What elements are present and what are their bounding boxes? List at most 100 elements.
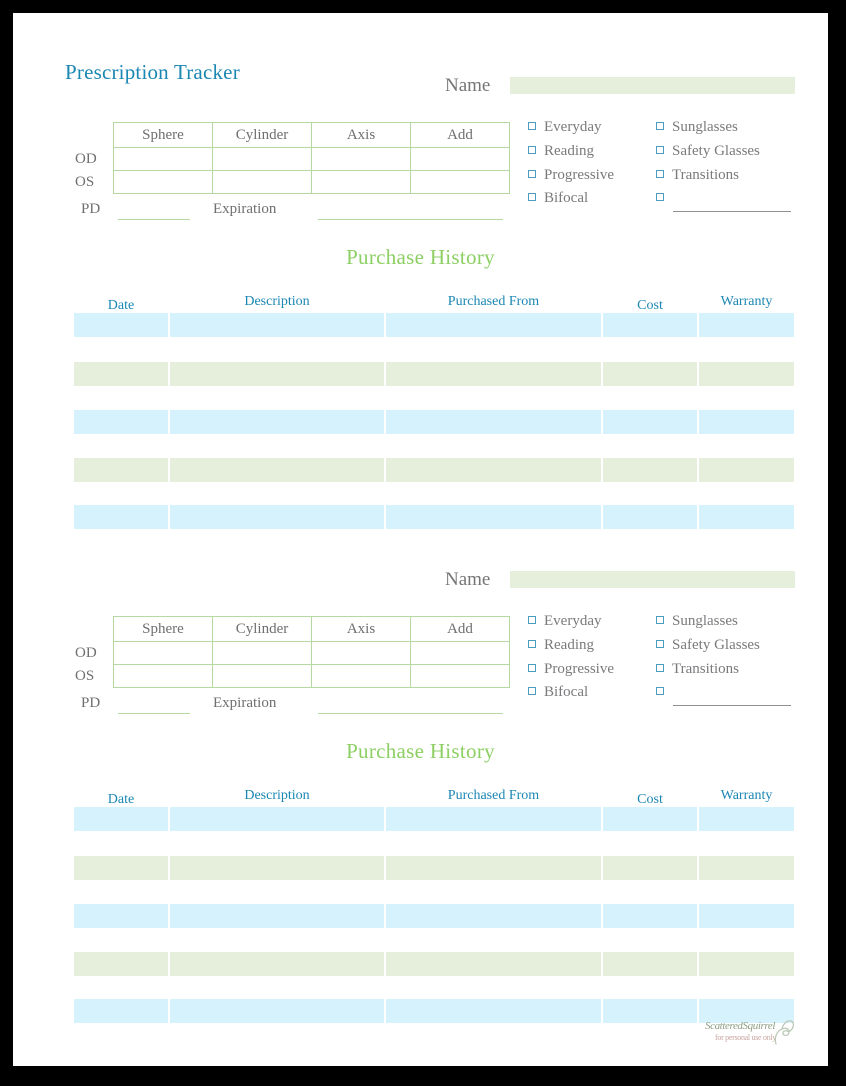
pd-input[interactable] bbox=[118, 713, 190, 714]
purchase-history-cell[interactable] bbox=[603, 952, 697, 976]
purchase-history-cell[interactable] bbox=[603, 505, 697, 529]
checkbox-icon[interactable] bbox=[656, 169, 664, 178]
checkbox-icon[interactable] bbox=[528, 663, 536, 672]
purchase-history-cell[interactable] bbox=[74, 904, 168, 928]
purchase-history-cell[interactable] bbox=[170, 999, 384, 1023]
pd-input[interactable] bbox=[118, 219, 190, 220]
rx-input-cell[interactable] bbox=[113, 170, 213, 194]
rx-input-cell[interactable] bbox=[212, 641, 312, 665]
purchase-history-cell[interactable] bbox=[74, 313, 168, 337]
purchase-history-cell[interactable] bbox=[699, 904, 794, 928]
checkbox-sunglasses[interactable]: Sunglasses bbox=[656, 613, 738, 630]
purchase-history-cell[interactable] bbox=[74, 362, 168, 386]
checkbox-everyday[interactable]: Everyday bbox=[528, 119, 601, 136]
purchase-history-cell[interactable] bbox=[74, 410, 168, 434]
checkbox-custom[interactable] bbox=[656, 684, 672, 701]
purchase-history-cell[interactable] bbox=[699, 807, 794, 831]
purchase-history-cell[interactable] bbox=[386, 856, 601, 880]
purchase-history-cell[interactable] bbox=[603, 999, 697, 1023]
checkbox-bifocal[interactable]: Bifocal bbox=[528, 190, 588, 207]
checkbox-sunglasses[interactable]: Sunglasses bbox=[656, 119, 738, 136]
purchase-history-cell[interactable] bbox=[170, 313, 384, 337]
purchase-history-cell[interactable] bbox=[699, 458, 794, 482]
expiration-input[interactable] bbox=[318, 219, 503, 220]
purchase-history-cell[interactable] bbox=[74, 952, 168, 976]
purchase-history-cell[interactable] bbox=[386, 313, 601, 337]
checkbox-icon[interactable] bbox=[528, 145, 536, 154]
purchase-history-cell[interactable] bbox=[603, 856, 697, 880]
rx-input-cell[interactable] bbox=[113, 147, 213, 171]
rx-input-cell[interactable] bbox=[410, 147, 510, 171]
purchase-history-cell[interactable] bbox=[170, 505, 384, 529]
purchase-history-cell[interactable] bbox=[699, 362, 794, 386]
checkbox-reading[interactable]: Reading bbox=[528, 143, 594, 160]
checkbox-progressive[interactable]: Progressive bbox=[528, 167, 614, 184]
purchase-history-cell[interactable] bbox=[699, 410, 794, 434]
custom-lens-type-input[interactable] bbox=[673, 211, 791, 212]
rx-input-cell[interactable] bbox=[113, 641, 213, 665]
purchase-history-cell[interactable] bbox=[603, 458, 697, 482]
checkbox-icon[interactable] bbox=[528, 122, 536, 130]
rx-input-cell[interactable] bbox=[311, 664, 411, 688]
rx-input-cell[interactable] bbox=[212, 170, 312, 194]
checkbox-icon[interactable] bbox=[528, 193, 536, 202]
checkbox-custom[interactable] bbox=[656, 190, 672, 207]
checkbox-icon[interactable] bbox=[656, 639, 664, 648]
checkbox-safety-glasses[interactable]: Safety Glasses bbox=[656, 637, 760, 654]
purchase-history-cell[interactable] bbox=[603, 410, 697, 434]
rx-input-cell[interactable] bbox=[212, 664, 312, 688]
purchase-history-cell[interactable] bbox=[170, 952, 384, 976]
checkbox-icon[interactable] bbox=[528, 687, 536, 696]
purchase-history-cell[interactable] bbox=[74, 505, 168, 529]
purchase-history-cell[interactable] bbox=[603, 904, 697, 928]
purchase-history-cell[interactable] bbox=[170, 410, 384, 434]
purchase-history-cell[interactable] bbox=[603, 362, 697, 386]
purchase-history-cell[interactable] bbox=[603, 807, 697, 831]
checkbox-safety-glasses[interactable]: Safety Glasses bbox=[656, 143, 760, 160]
purchase-history-cell[interactable] bbox=[74, 458, 168, 482]
purchase-history-cell[interactable] bbox=[699, 856, 794, 880]
checkbox-everyday[interactable]: Everyday bbox=[528, 613, 601, 630]
checkbox-bifocal[interactable]: Bifocal bbox=[528, 684, 588, 701]
checkbox-icon[interactable] bbox=[656, 687, 664, 696]
checkbox-progressive[interactable]: Progressive bbox=[528, 661, 614, 678]
rx-input-cell[interactable] bbox=[311, 170, 411, 194]
checkbox-reading[interactable]: Reading bbox=[528, 637, 594, 654]
checkbox-icon[interactable] bbox=[656, 193, 664, 202]
rx-input-cell[interactable] bbox=[212, 147, 312, 171]
purchase-history-cell[interactable] bbox=[170, 458, 384, 482]
rx-input-cell[interactable] bbox=[113, 664, 213, 688]
purchase-history-cell[interactable] bbox=[74, 856, 168, 880]
purchase-history-cell[interactable] bbox=[386, 807, 601, 831]
rx-input-cell[interactable] bbox=[410, 664, 510, 688]
purchase-history-cell[interactable] bbox=[386, 999, 601, 1023]
name-input[interactable] bbox=[510, 571, 795, 588]
checkbox-icon[interactable] bbox=[656, 616, 664, 624]
rx-input-cell[interactable] bbox=[311, 147, 411, 171]
checkbox-icon[interactable] bbox=[656, 122, 664, 130]
purchase-history-cell[interactable] bbox=[386, 904, 601, 928]
purchase-history-cell[interactable] bbox=[386, 362, 601, 386]
purchase-history-cell[interactable] bbox=[699, 505, 794, 529]
purchase-history-cell[interactable] bbox=[74, 807, 168, 831]
checkbox-icon[interactable] bbox=[528, 616, 536, 624]
purchase-history-cell[interactable] bbox=[170, 807, 384, 831]
checkbox-icon[interactable] bbox=[528, 169, 536, 178]
checkbox-transitions[interactable]: Transitions bbox=[656, 167, 739, 184]
custom-lens-type-input[interactable] bbox=[673, 705, 791, 706]
purchase-history-cell[interactable] bbox=[699, 313, 794, 337]
purchase-history-cell[interactable] bbox=[170, 856, 384, 880]
name-input[interactable] bbox=[510, 77, 795, 94]
checkbox-icon[interactable] bbox=[656, 663, 664, 672]
rx-input-cell[interactable] bbox=[410, 641, 510, 665]
rx-input-cell[interactable] bbox=[311, 641, 411, 665]
purchase-history-cell[interactable] bbox=[74, 999, 168, 1023]
purchase-history-cell[interactable] bbox=[170, 362, 384, 386]
checkbox-icon[interactable] bbox=[656, 145, 664, 154]
checkbox-icon[interactable] bbox=[528, 639, 536, 648]
purchase-history-cell[interactable] bbox=[170, 904, 384, 928]
purchase-history-cell[interactable] bbox=[603, 313, 697, 337]
purchase-history-cell[interactable] bbox=[386, 410, 601, 434]
rx-input-cell[interactable] bbox=[410, 170, 510, 194]
expiration-input[interactable] bbox=[318, 713, 503, 714]
